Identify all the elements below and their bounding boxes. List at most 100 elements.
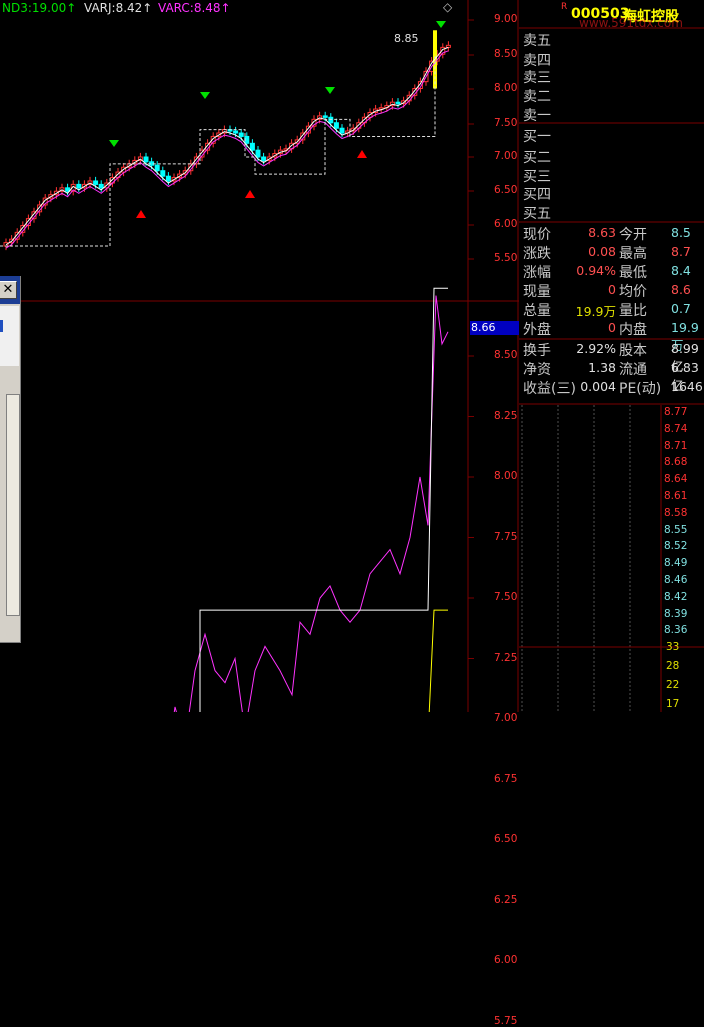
indicator-tick: 6.00 <box>494 954 518 966</box>
candle-body <box>93 180 99 185</box>
indicator-tick: 5.75 <box>494 1014 518 1027</box>
varc-line <box>173 295 449 712</box>
candle-body <box>143 156 149 163</box>
quote-label: 总量 <box>523 303 551 319</box>
dialog-window-partial[interactable]: ✕ <box>0 276 21 643</box>
candle-body <box>255 149 261 158</box>
quote-label: PE(动) <box>619 381 662 397</box>
minute-price-tick: 8.42 <box>664 590 688 603</box>
minute-price-tick: 8.77 <box>664 406 688 418</box>
quote-value: 0 <box>608 320 616 335</box>
indicator-tick: 8.25 <box>494 409 518 422</box>
minute-price-tick: 8.52 <box>664 540 688 553</box>
quote-label: 净资 <box>523 362 551 378</box>
candle-body <box>395 101 401 105</box>
minute-volume-tick: 17 <box>666 698 680 710</box>
quote-panel: R 000503 海虹控股 www.591tdx.com 卖五 卖四 卖三 卖二 卖一买… <box>519 0 704 712</box>
candle-body <box>165 175 171 182</box>
orderbook-level: 卖一 <box>523 108 551 124</box>
indicator-tick: 6.50 <box>494 833 518 845</box>
candle-body <box>339 127 345 134</box>
buy-signal-icon <box>245 190 255 198</box>
minute-price-tick: 8.68 <box>664 456 688 469</box>
candle-body <box>333 122 339 129</box>
quote-value: 19.9万 <box>575 304 616 319</box>
quote-label: 收益(三) <box>523 381 576 397</box>
dialog-text-fragment <box>0 320 3 332</box>
varc-readout: VARC:8.48↑ <box>158 1 231 15</box>
quote-label: 股本 <box>619 343 647 359</box>
minute-volume-tick: 33 <box>666 641 680 653</box>
buy-signal-icon <box>136 210 146 218</box>
quote-value: 2.92% <box>576 341 616 356</box>
price-tick: 9.00 <box>494 13 518 25</box>
quote-label: 内盘 <box>619 322 647 338</box>
price-tick: 5.50 <box>494 252 518 264</box>
orderbook-level: 卖五 <box>523 33 551 49</box>
indicator-tick: 8.00 <box>494 470 518 482</box>
quote-value: 8.6 <box>671 282 691 297</box>
minute-price-tick: 8.71 <box>664 439 688 452</box>
minute-price-tick: 8.64 <box>664 473 688 486</box>
upper-band-line <box>199 287 448 712</box>
quote-value: 1646. <box>671 379 704 394</box>
close-icon[interactable]: ✕ <box>0 281 17 299</box>
indicator-tick: 7.25 <box>494 651 518 664</box>
minute-price-tick: 8.39 <box>664 607 688 620</box>
indicator-value-tag: 8.66 <box>470 321 519 335</box>
quote-label: 最高 <box>619 246 647 262</box>
indicator-tick: 8.50 <box>494 349 518 361</box>
indicator-tick: 7.50 <box>494 591 518 603</box>
quote-value: 0 <box>608 282 616 297</box>
diamond-icon[interactable]: ◇ <box>443 0 452 14</box>
quote-value: 1.38 <box>588 360 616 375</box>
candle-body <box>238 132 244 137</box>
minute-price-tick: 8.74 <box>664 422 688 435</box>
candle-body <box>160 170 166 177</box>
quote-value: 0.004 <box>580 379 616 394</box>
sell-signal-icon <box>200 92 210 99</box>
quote-value: 8.63 <box>588 225 616 240</box>
minute-volume-tick: 22 <box>666 679 680 691</box>
candlesticks <box>3 30 451 251</box>
orderbook-level: 卖三 <box>523 70 551 86</box>
candle-body <box>65 187 71 192</box>
sell-signal-icon <box>325 87 335 94</box>
indicator-lines <box>0 46 449 712</box>
watermark: www.591tdx.com <box>579 16 683 30</box>
indicator-tick: 7.75 <box>494 530 518 543</box>
orderbook-level: 卖二 <box>523 89 551 105</box>
minute-price-tick: 8.49 <box>664 557 688 570</box>
chart-grid <box>0 0 519 712</box>
quote-label: 量比 <box>619 303 647 319</box>
ma-line-magenta <box>5 50 449 249</box>
candle-body <box>249 142 255 151</box>
quote-label: 流通 <box>619 362 647 378</box>
indicator-tick: 6.75 <box>494 772 518 785</box>
dialog-scroll-area[interactable] <box>6 394 20 616</box>
price-tick: 6.00 <box>494 218 518 230</box>
quote-value: 8.4 <box>671 263 691 278</box>
orderbook-level: 买一 <box>523 129 551 145</box>
minute-price-tick: 8.36 <box>664 624 688 637</box>
r-badge: R <box>561 2 568 12</box>
candle-body <box>233 130 239 134</box>
minute-price-tick: 8.58 <box>664 506 688 519</box>
candle-body <box>76 183 82 189</box>
candle-body <box>328 116 334 124</box>
dialog-titlebar[interactable]: ✕ <box>0 276 20 304</box>
price-tick: 7.00 <box>494 150 518 162</box>
minute-volume-tick: 28 <box>666 660 680 672</box>
price-tick: 7.50 <box>494 117 518 129</box>
orderbook-level: 买三 <box>523 169 551 185</box>
step-channel <box>0 54 436 247</box>
quote-label: 涨跌 <box>523 246 551 262</box>
dialog-body <box>0 306 19 366</box>
quote-value: 0.7 <box>671 301 691 316</box>
ma-line-white <box>5 46 449 246</box>
minute-price-tick: 8.55 <box>664 523 688 536</box>
kline-chart[interactable] <box>0 0 519 712</box>
quote-label: 现量 <box>523 284 551 300</box>
price-tick: 6.50 <box>494 184 518 196</box>
quote-label: 现价 <box>523 227 551 243</box>
